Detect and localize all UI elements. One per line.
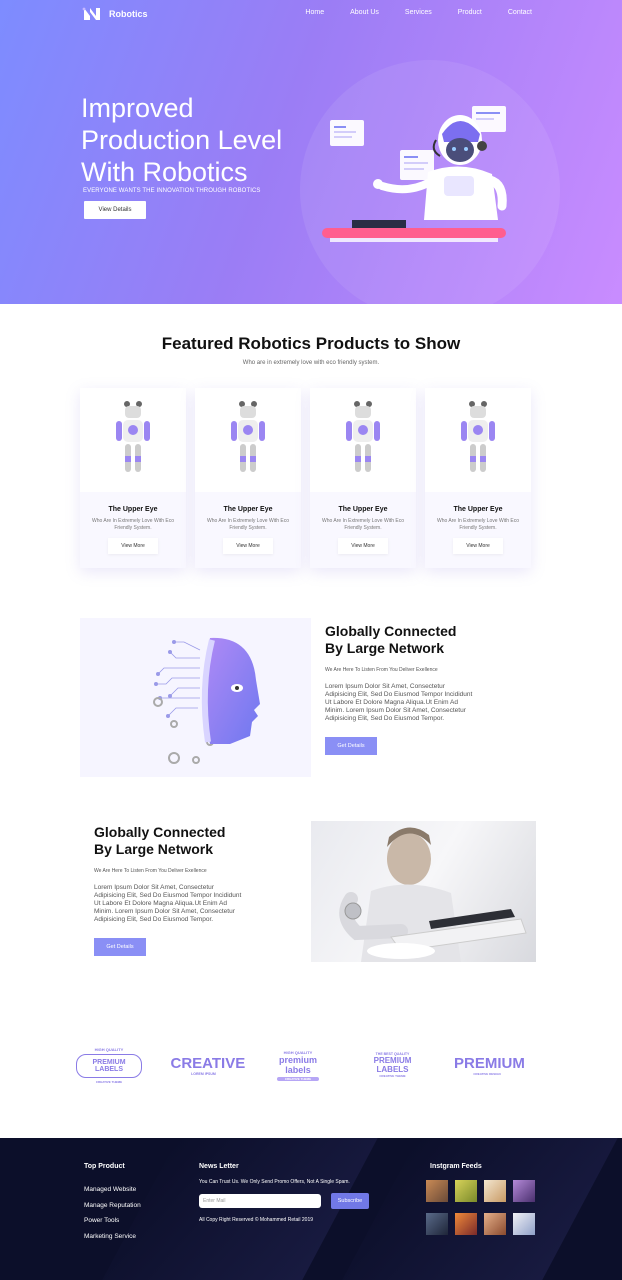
instagram-photo[interactable] bbox=[455, 1180, 477, 1202]
footer-link-manage-reputation[interactable]: Manage Reputation bbox=[84, 1202, 141, 1209]
email-input[interactable]: Enter Mail bbox=[199, 1194, 321, 1208]
brand-logo: CREATIVE LOREM IPSUM bbox=[170, 1054, 246, 1076]
robot-image bbox=[80, 388, 186, 492]
brand-logo: PREMIUM CREATIVE DESIGN bbox=[454, 1054, 525, 1076]
robot-image bbox=[425, 388, 531, 492]
navbar: Robotics Home About Us Services Product … bbox=[0, 0, 622, 28]
logo-icon bbox=[81, 6, 103, 22]
robot-icon bbox=[116, 401, 150, 472]
footer-stripe bbox=[342, 1138, 618, 1280]
instagram-title: Instgram Feeds bbox=[430, 1163, 482, 1170]
section-b-tagline: We Are Here To Listen From You Deliver E… bbox=[94, 868, 207, 874]
card-description: Who Are In Extremely Love With Eco Frien… bbox=[207, 518, 289, 531]
brand-logo: THE BEST QUALITY PREMIUM LABELS CREATIVE… bbox=[373, 1052, 412, 1078]
robot-icon bbox=[346, 401, 380, 472]
section-a-title: Globally Connected By Large Network bbox=[325, 623, 457, 656]
brand-logo: HIGH QUALITY premium labels CREATIVE THE… bbox=[277, 1049, 319, 1081]
section-b-paragraph: Lorem Ipsum Dolor Sit Amet, Consectetur … bbox=[94, 884, 242, 923]
footer-link-power-tools[interactable]: Power Tools bbox=[84, 1217, 119, 1224]
footer-stripe bbox=[102, 1138, 378, 1280]
brand-logo: HIGH QUALITY PREMIUM LABELS CREATIVE THE… bbox=[76, 1047, 142, 1084]
footer-link-managed-website[interactable]: Managed Website bbox=[84, 1186, 136, 1193]
instagram-photo[interactable] bbox=[426, 1180, 448, 1202]
card-body: The Upper Eye Who Are In Extremely Love … bbox=[425, 492, 531, 568]
section-b-text: Globally Connected By Large Network We A… bbox=[94, 824, 244, 956]
view-more-button[interactable]: View More bbox=[108, 538, 158, 554]
card-title: The Upper Eye bbox=[108, 506, 158, 513]
product-card[interactable]: The Upper Eye Who Are In Extremely Love … bbox=[80, 388, 186, 568]
card-body: The Upper Eye Who Are In Extremely Love … bbox=[310, 492, 416, 568]
card-body: The Upper Eye Who Are In Extremely Love … bbox=[195, 492, 301, 568]
view-more-button[interactable]: View More bbox=[453, 538, 503, 554]
robot-image bbox=[195, 388, 301, 492]
product-card[interactable]: The Upper Eye Who Are In Extremely Love … bbox=[425, 388, 531, 568]
product-cards: The Upper Eye Who Are In Extremely Love … bbox=[80, 388, 534, 568]
ai-head-illustration bbox=[80, 618, 311, 777]
logo[interactable]: Robotics bbox=[81, 6, 148, 22]
cyborg-photo bbox=[311, 821, 536, 962]
copyright-text: All Copy Right Reserved © Mohammed Retai… bbox=[199, 1217, 314, 1223]
card-title: The Upper Eye bbox=[338, 506, 388, 513]
instagram-photo[interactable] bbox=[484, 1213, 506, 1235]
product-card[interactable]: The Upper Eye Who Are In Extremely Love … bbox=[310, 388, 416, 568]
subscribe-button[interactable]: Subscribe bbox=[331, 1193, 369, 1209]
section-b-title: Globally Connected By Large Network bbox=[94, 824, 226, 857]
nav-links: Home About Us Services Product Contact bbox=[279, 9, 532, 16]
nav-contact[interactable]: Contact bbox=[508, 9, 532, 16]
view-details-button[interactable]: View Details bbox=[84, 201, 146, 219]
robot-icon bbox=[231, 401, 265, 472]
hero-section: Robotics Home About Us Services Product … bbox=[0, 0, 622, 304]
view-more-button[interactable]: View More bbox=[223, 538, 273, 554]
instagram-photo[interactable] bbox=[513, 1180, 535, 1202]
top-product-title: Top Product bbox=[84, 1163, 125, 1170]
get-details-button[interactable]: Get Details bbox=[325, 737, 377, 755]
nav-services[interactable]: Services bbox=[405, 9, 432, 16]
instagram-photo[interactable] bbox=[513, 1213, 535, 1235]
featured-title: Featured Robotics Products to Show bbox=[161, 334, 461, 353]
featured-subtitle: Who are in extremely love with eco frien… bbox=[242, 360, 380, 366]
hero-title: Improved Production Level With Robotics bbox=[81, 93, 283, 187]
instagram-photo[interactable] bbox=[484, 1180, 506, 1202]
newsletter-text: You Can Trust Us. We Only Send Promo Off… bbox=[199, 1179, 350, 1185]
brand-name: Robotics bbox=[109, 9, 148, 19]
nav-home[interactable]: Home bbox=[305, 9, 324, 16]
view-more-button[interactable]: View More bbox=[338, 538, 388, 554]
newsletter-title: News Letter bbox=[199, 1163, 239, 1170]
instagram-photo[interactable] bbox=[455, 1213, 477, 1235]
card-description: Who Are In Extremely Love With Eco Frien… bbox=[322, 518, 404, 531]
robot-image bbox=[310, 388, 416, 492]
footer bbox=[0, 1138, 622, 1280]
card-title: The Upper Eye bbox=[453, 506, 503, 513]
card-body: The Upper Eye Who Are In Extremely Love … bbox=[80, 492, 186, 568]
hero-robot-illustration bbox=[322, 106, 507, 242]
section-a-tagline: We Are Here To Listen From You Deliver E… bbox=[325, 667, 438, 673]
hero-subtitle: EVERYONE WANTS THE INNOVATION THROUGH RO… bbox=[83, 188, 261, 194]
card-description: Who Are In Extremely Love With Eco Frien… bbox=[92, 518, 174, 531]
footer-link-marketing-service[interactable]: Marketing Service bbox=[84, 1233, 136, 1240]
section-a-text: Globally Connected By Large Network We A… bbox=[325, 623, 475, 755]
instagram-photo[interactable] bbox=[426, 1213, 448, 1235]
robot-icon bbox=[461, 401, 495, 472]
card-description: Who Are In Extremely Love With Eco Frien… bbox=[437, 518, 519, 531]
nav-product[interactable]: Product bbox=[458, 9, 482, 16]
card-title: The Upper Eye bbox=[223, 506, 273, 513]
section-a-paragraph: Lorem Ipsum Dolor Sit Amet, Consectetur … bbox=[325, 683, 473, 722]
brand-logos: HIGH QUALITY PREMIUM LABELS CREATIVE THE… bbox=[76, 1040, 525, 1090]
get-details-button[interactable]: Get Details bbox=[94, 938, 146, 956]
product-card[interactable]: The Upper Eye Who Are In Extremely Love … bbox=[195, 388, 301, 568]
nav-about[interactable]: About Us bbox=[350, 9, 379, 16]
